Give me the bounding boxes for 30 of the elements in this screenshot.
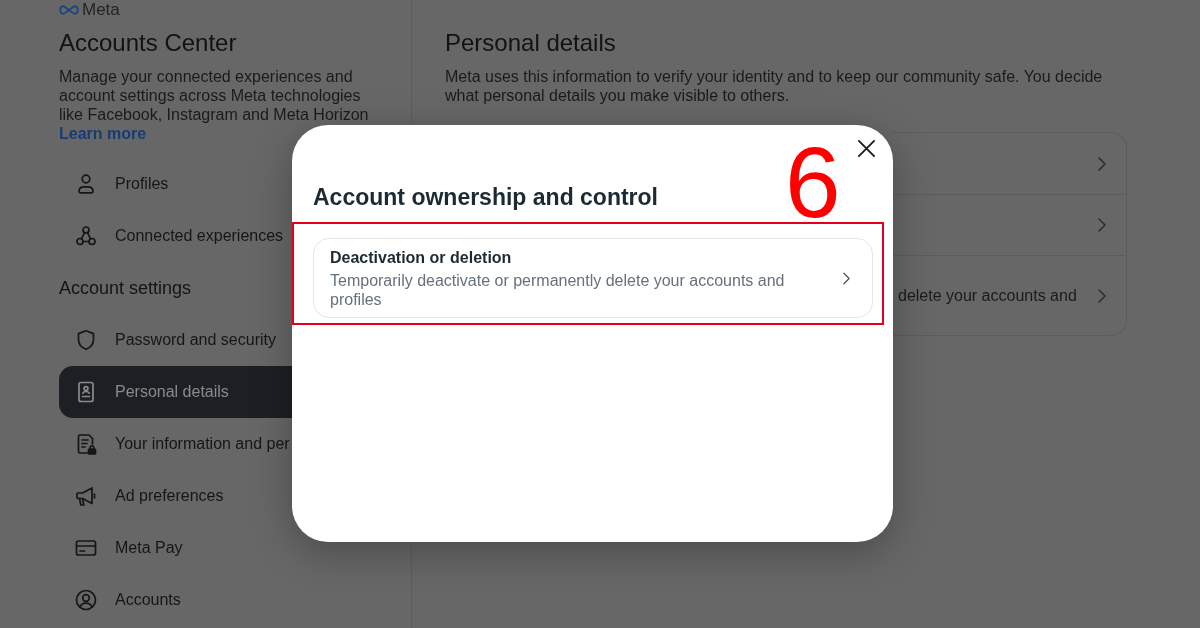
- dialog-title: Account ownership and control: [313, 183, 658, 212]
- nav-item[interactable]: Password and security: [59, 314, 292, 366]
- chevron-icon: [1098, 156, 1106, 171]
- option-card[interactable]: Deactivation or deletion Temporarily deactivate or permanently delete your accounts and profiles: [313, 238, 873, 318]
- row-text: delete your accounts and: [898, 286, 1077, 305]
- chevron-icon: [1098, 218, 1106, 232]
- description-text: Meta uses this information to verify your identity and to keep our community safe. You decide what personal details you make visible to others.: [445, 67, 1104, 105]
- nav-item[interactable]: Accounts: [59, 574, 292, 626]
- nav-item[interactable]: Meta Pay: [59, 522, 292, 574]
- nav-item[interactable]: Personal details: [59, 366, 292, 418]
- step-number: 6: [785, 143, 841, 221]
- chevron-icon: [843, 271, 850, 285]
- option-title: Deactivation or deletion: [330, 247, 512, 268]
- option-description: Temporarily deactivate or permanently delete your accounts and profiles: [330, 270, 786, 309]
- section-title: Personal details: [445, 28, 617, 58]
- nodes-icon: [74, 224, 98, 248]
- section-heading: Account settings: [59, 277, 192, 300]
- learn-more-link[interactable]: Learn more: [59, 124, 147, 143]
- user-circle-icon: [74, 588, 98, 612]
- nav-item[interactable]: Your information and per: [59, 418, 292, 470]
- description-text: Manage your connected experiences and account settings across Meta technologies like Facebook, Instagram and Meta Horizon: [59, 67, 370, 124]
- page-title: Accounts Center: [59, 28, 237, 58]
- close-icon: [856, 138, 876, 158]
- megaphone-icon: [74, 484, 98, 508]
- nav-item[interactable]: Profiles: [59, 158, 292, 210]
- brand-name: Meta: [82, 2, 120, 18]
- nav-item[interactable]: Connected experiences: [59, 210, 292, 262]
- logo-icon: [59, 5, 79, 15]
- chevron-icon: [1098, 288, 1106, 303]
- nav-item[interactable]: Ad preferences: [59, 470, 292, 522]
